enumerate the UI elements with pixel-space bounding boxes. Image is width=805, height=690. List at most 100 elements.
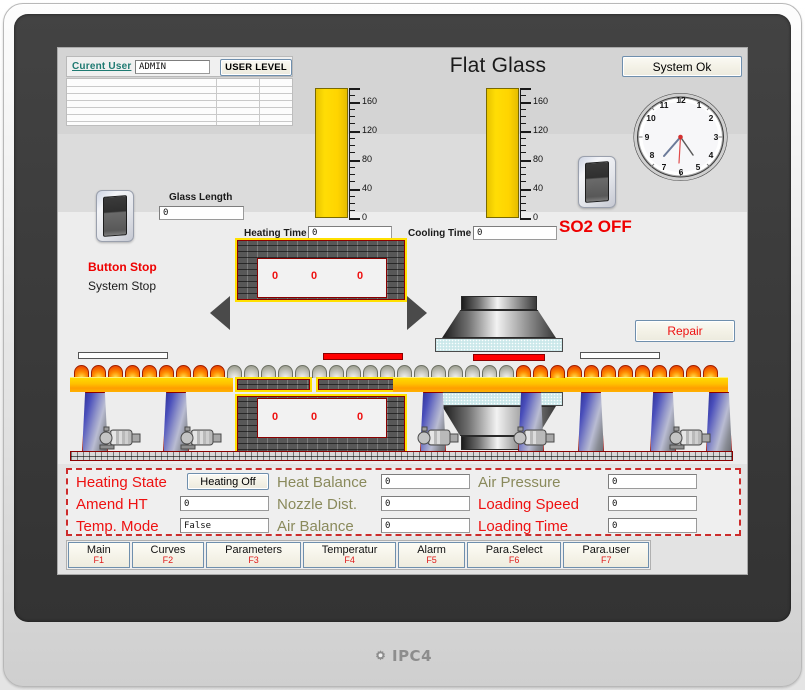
user-table[interactable]	[66, 78, 293, 126]
air-pressure-label: Air Pressure	[478, 473, 561, 491]
furnace-readout: 0	[311, 411, 318, 423]
cooling-gauge-bar	[486, 88, 519, 218]
air-pressure-field[interactable]: 0	[608, 474, 697, 489]
fkey-curves[interactable]: Curves F2	[131, 542, 205, 568]
clock-numeral: 3	[713, 132, 719, 142]
heat-balance-field[interactable]: 0	[381, 474, 470, 489]
machine-base	[70, 451, 733, 461]
current-user-field[interactable]: ADMIN	[135, 60, 210, 74]
toggle-switch-icon	[585, 161, 609, 203]
cooling-gauge: 160 120 80 40 0	[486, 88, 552, 228]
nozzle-dist-field[interactable]: 0	[381, 496, 470, 511]
loading-speed-label: Loading Speed	[478, 495, 579, 513]
temp-mode-label: Temp. Mode	[76, 517, 159, 535]
air-balance-field[interactable]: 0	[381, 518, 470, 533]
conveyor-left	[70, 377, 233, 392]
heat-balance-label: Heat Balance	[277, 473, 368, 491]
fkey-main[interactable]: Main F1	[68, 542, 130, 568]
cooling-gauge-tick: 120	[533, 125, 549, 135]
cooling-gauge-tick: 160	[533, 96, 549, 106]
clock-numeral: 5	[695, 162, 701, 172]
motor-pump-icon	[417, 426, 459, 446]
current-user-label: Curent User	[72, 61, 132, 72]
furnace-readout: 0	[357, 411, 364, 423]
glass-sheet-indicator-right	[580, 352, 660, 359]
page-title: Flat Glass	[449, 54, 547, 77]
fkey-shortcut: F5	[426, 555, 437, 566]
glass-length-label: Glass Length	[169, 192, 233, 203]
clock-numeral: 11	[659, 100, 669, 110]
heating-gauge-tick: 80	[362, 154, 373, 164]
parameter-panel: Heating State Heating Off Heat Balance 0…	[66, 468, 741, 536]
furnace-readout: 0	[311, 270, 318, 282]
fkey-alarm[interactable]: Alarm F5	[398, 542, 465, 568]
amend-ht-label: Amend HT	[76, 495, 148, 513]
heating-gauge-tick: 40	[362, 183, 373, 193]
furnace-heat-bar	[323, 353, 403, 360]
industrial-panel-monitor: IPC4 Curent User ADMIN USER LEVEL Flat G…	[0, 0, 805, 690]
heating-gauge-axis	[349, 88, 350, 220]
motor-pump-icon	[669, 426, 711, 450]
so2-switch[interactable]	[578, 156, 616, 208]
fkey-shortcut: F2	[162, 555, 174, 566]
furnace-readout: 0	[272, 270, 279, 282]
clock-numeral: 10	[646, 113, 656, 123]
system-status-button[interactable]: System Ok	[622, 56, 742, 77]
fkey-para-select[interactable]: Para.Select F6	[466, 542, 562, 568]
cooling-filter-top	[435, 338, 563, 352]
cooling-filter-bottom	[435, 392, 563, 406]
motor-pump-icon	[180, 426, 222, 450]
user-bar: Curent User ADMIN USER LEVEL	[66, 56, 293, 77]
fkey-shortcut: F6	[508, 555, 520, 566]
conveyor-right	[565, 377, 728, 392]
fkey-parameters[interactable]: Parameters F3	[206, 542, 301, 568]
fkey-shortcut: F4	[344, 555, 355, 566]
heating-gauge-tick: 160	[362, 96, 378, 106]
function-key-bar: Main F1 Curves F2 Parameters F3 Temperat…	[66, 540, 651, 570]
loading-time-label: Loading Time	[478, 517, 569, 535]
motor-pump-icon	[513, 426, 555, 446]
conveyor-mid	[393, 377, 565, 392]
clock-numeral: 9	[644, 132, 650, 142]
clock-numeral: 8	[649, 150, 655, 160]
loading-time-field[interactable]: 0	[608, 518, 697, 533]
gear-icon	[375, 649, 385, 660]
motor-pump-icon	[99, 426, 141, 450]
heating-gauge: 160 120 80 40 0	[315, 88, 381, 228]
heating-gauge-bar	[315, 88, 348, 218]
fkey-para-user[interactable]: Para.user F7	[563, 542, 649, 568]
clock-numeral: 12	[676, 95, 686, 105]
support-leg	[578, 392, 604, 454]
fkey-temperatur[interactable]: Temperatur F4	[302, 542, 397, 568]
clock-numeral: 6	[678, 167, 684, 177]
air-balance-label: Air Balance	[277, 517, 354, 535]
nozzle-dist-label: Nozzle Dist.	[277, 495, 358, 513]
cooling-gauge-axis	[520, 88, 521, 220]
user-level-button[interactable]: USER LEVEL	[220, 59, 292, 76]
flow-arrow-left-icon	[210, 296, 230, 330]
furnace-readout: 0	[357, 270, 364, 282]
cooling-gauge-tick: 80	[533, 154, 544, 164]
analog-clock: 12 1 2 3 4 5 6 7 8 9 10 11	[631, 91, 730, 183]
amend-ht-field[interactable]: 0	[180, 496, 269, 511]
heating-gauge-tick: 120	[362, 125, 378, 135]
brand-logo-text: IPC4	[391, 647, 433, 665]
fkey-shortcut: F7	[600, 555, 612, 566]
temp-mode-field[interactable]: False	[180, 518, 269, 533]
furnace-readout: 0	[272, 411, 279, 423]
glass-sheet-indicator	[78, 352, 168, 359]
loading-speed-field[interactable]: 0	[608, 496, 697, 511]
fkey-shortcut: F3	[248, 555, 259, 566]
clock-numeral: 7	[661, 162, 667, 172]
process-diagram: 0 0 0 0 0 0	[58, 208, 747, 464]
cooling-heat-bar	[473, 354, 545, 361]
clock-numeral: 2	[708, 113, 714, 123]
heating-state-label: Heating State	[76, 473, 167, 491]
flow-arrow-right-icon	[407, 296, 427, 330]
hmi-screen: Curent User ADMIN USER LEVEL Flat Glass …	[57, 47, 748, 575]
clock-numeral: 1	[696, 100, 702, 110]
heating-state-button[interactable]: Heating Off	[187, 473, 269, 490]
fkey-shortcut: F1	[93, 555, 105, 566]
brand-logo: IPC4	[0, 638, 805, 674]
cooling-gauge-tick: 40	[533, 183, 544, 193]
